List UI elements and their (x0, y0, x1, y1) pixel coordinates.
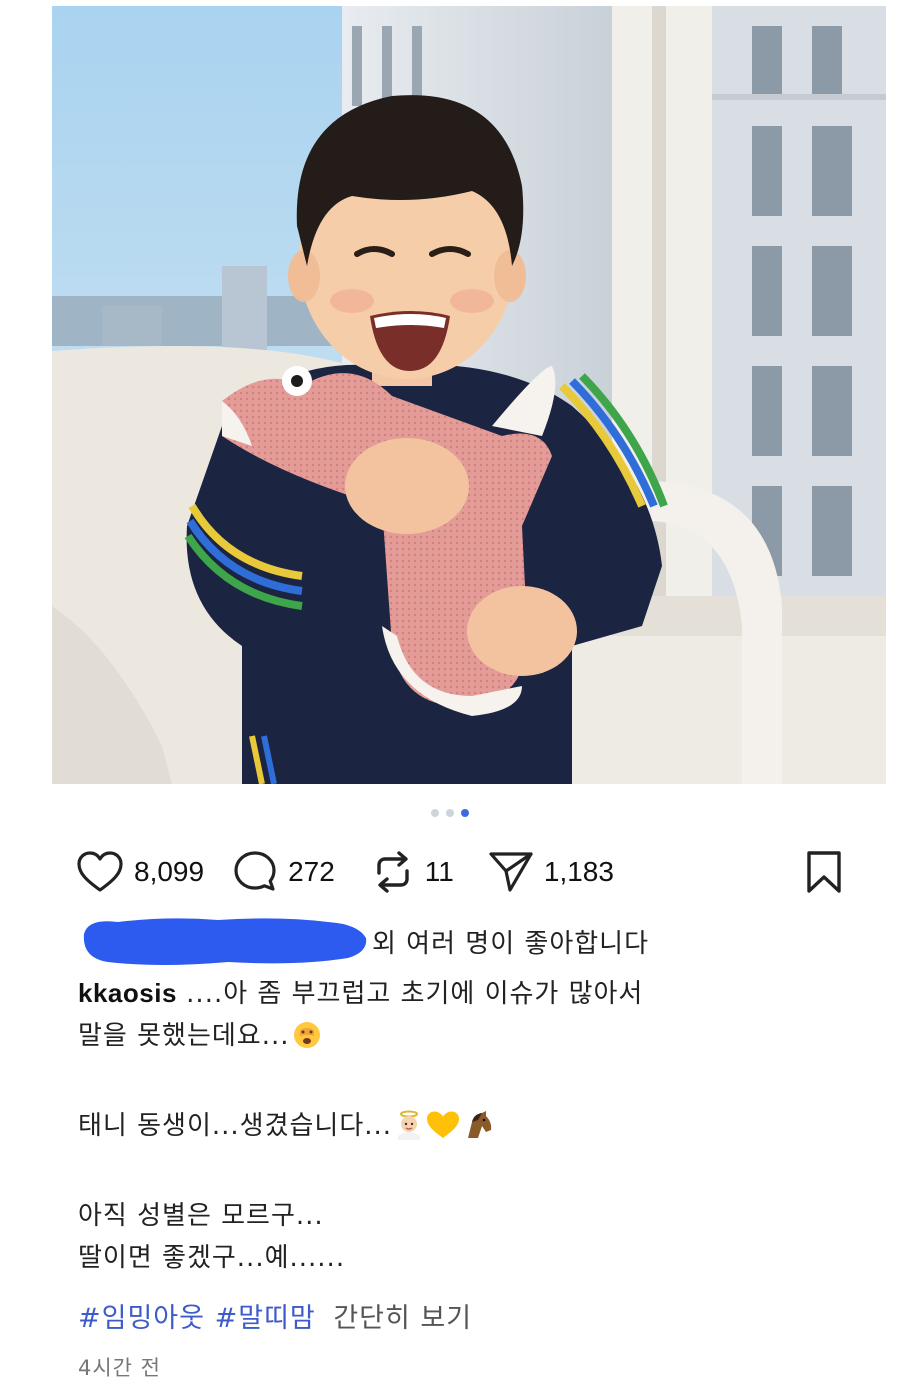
like-count: 8,099 (134, 856, 205, 887)
caption-text: 딸이면 좋겠구...예...... (78, 1243, 346, 1273)
liked-by-row[interactable]: 외 여러 명이 좋아합니다 (78, 912, 649, 970)
post-photo-image (52, 6, 886, 784)
share-button[interactable]: 1,183 (488, 850, 614, 894)
bookmark-icon (804, 850, 844, 894)
caption-text: 아직 성별은 모르구... (78, 1201, 324, 1231)
liked-by-text: 외 여러 명이 좋아합니다 (372, 928, 649, 959)
yellow-heart-emoji (426, 1110, 460, 1153)
repost-button[interactable]: 11 (371, 849, 454, 895)
comment-icon (232, 849, 278, 895)
carousel-indicator (0, 809, 900, 819)
caption-text: 말을 못했는데요... (78, 1021, 290, 1051)
caption-line: kkaosis ....아 좀 부끄럽고 초기에 이슈가 많아서 (78, 972, 818, 1015)
share-count: 1,183 (543, 856, 614, 887)
hashtag-row: #임밍아웃 #말띠맘 간단히 보기 (78, 1300, 472, 1338)
post-action-bar: 8,099 272 11 1,183 (76, 846, 844, 898)
repost-count: 11 (424, 856, 454, 887)
carousel-dot-2 (446, 809, 454, 817)
comment-count: 272 (288, 856, 335, 887)
baby-angel-emoji (394, 1110, 424, 1153)
carousel-dot-1 (431, 809, 439, 817)
post-photo[interactable] (52, 6, 886, 784)
heart-icon (76, 850, 124, 894)
hashtag-link[interactable]: #말띠맘 (215, 1303, 316, 1334)
post-caption: kkaosis ....아 좀 부끄럽고 초기에 이슈가 많아서 말을 못했는데… (78, 972, 818, 1279)
save-button[interactable] (804, 850, 844, 894)
horse-face-emoji (462, 1110, 494, 1153)
caption-line: 딸이면 좋겠구...예...... (78, 1237, 818, 1279)
caption-line: 태니 동생이...생겼습니다... (78, 1105, 818, 1153)
caption-text: 태니 동생이...생겼습니다... (78, 1111, 393, 1141)
post-timestamp: 4시간 전 (78, 1356, 161, 1380)
caption-line: 아직 성별은 모르구... (78, 1195, 818, 1237)
caption-line: 말을 못했는데요... (78, 1015, 818, 1063)
face-with-hand-over-eyes-emoji (292, 1020, 322, 1063)
repost-icon (371, 849, 415, 895)
like-button[interactable]: 8,099 (76, 850, 204, 894)
caption-text: ....아 좀 부끄럽고 초기에 이슈가 많아서 (186, 979, 644, 1009)
send-icon (488, 850, 534, 894)
hashtag-link[interactable]: #임밍아웃 (78, 1303, 205, 1334)
redacted-username-mark (83, 918, 367, 965)
post-username[interactable]: kkaosis (78, 978, 177, 1008)
comment-button[interactable]: 272 (232, 849, 335, 895)
carousel-dot-3-active (461, 809, 469, 817)
collapse-caption-link[interactable]: 간단히 보기 (333, 1303, 472, 1334)
